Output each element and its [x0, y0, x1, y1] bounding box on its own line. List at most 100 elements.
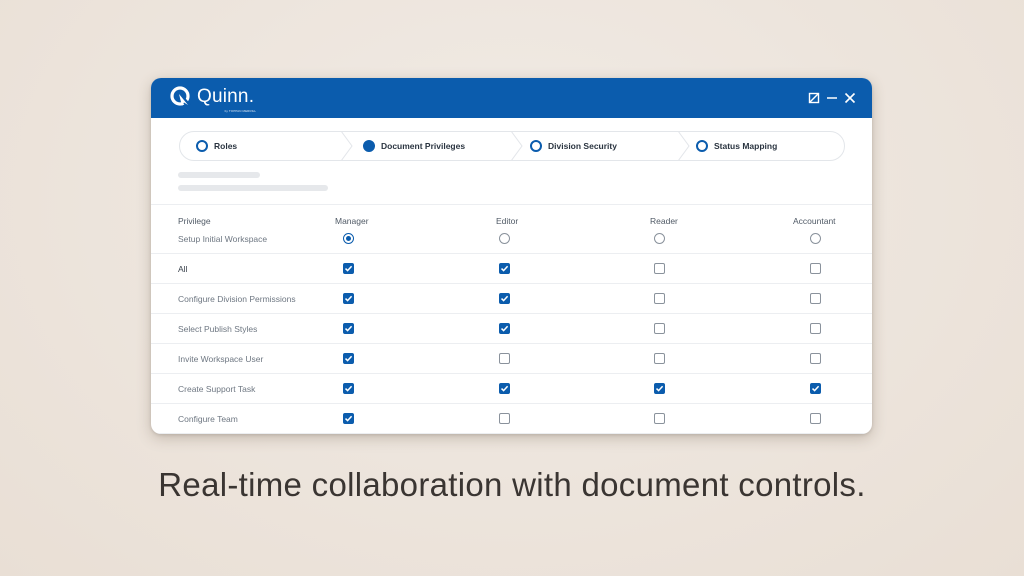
checkbox-checked-icon	[654, 383, 665, 394]
checkbox-manager[interactable]	[343, 353, 355, 365]
resize-icon	[808, 92, 820, 104]
checkbox-checked-icon	[343, 293, 354, 304]
quinn-logo-icon	[170, 86, 191, 108]
radio-accountant[interactable]	[810, 233, 822, 245]
checkbox-editor[interactable]	[499, 413, 511, 425]
checkbox-empty-icon	[654, 413, 665, 424]
radio-selected-icon	[343, 233, 354, 244]
radio-empty-icon	[810, 233, 821, 244]
checkbox-accountant[interactable]	[810, 293, 822, 305]
checkbox-accountant[interactable]	[810, 353, 822, 365]
checkbox-editor[interactable]	[499, 323, 511, 335]
close-button[interactable]	[842, 90, 858, 106]
checkbox-manager[interactable]	[343, 383, 355, 395]
radio-empty-icon	[499, 233, 510, 244]
chevron-separator-icon	[510, 131, 523, 161]
step-document-privileges[interactable]: Document Privileges	[363, 132, 465, 160]
checkbox-checked-icon	[343, 383, 354, 394]
step-status-mapping[interactable]: Status Mapping	[696, 132, 777, 160]
step-label: Division Security	[548, 141, 617, 151]
privilege-label: Invite Workspace User	[178, 354, 264, 364]
checkbox-reader[interactable]	[654, 383, 666, 395]
step-division-security[interactable]: Division Security	[530, 132, 617, 160]
app-name: Quinn. by TOPPAN MERRILL	[197, 86, 257, 113]
checkbox-reader[interactable]	[654, 353, 666, 365]
checkbox-empty-icon	[810, 263, 821, 274]
checkbox-editor[interactable]	[499, 353, 511, 365]
minimize-icon	[827, 97, 837, 99]
checkbox-accountant[interactable]	[810, 383, 822, 395]
privilege-label: All	[178, 264, 188, 274]
checkbox-empty-icon	[810, 413, 821, 424]
checkbox-manager[interactable]	[343, 323, 355, 335]
privilege-label: Setup Initial Workspace	[178, 234, 268, 244]
radio-reader[interactable]	[654, 233, 666, 245]
checkbox-empty-icon	[499, 353, 510, 364]
resize-button[interactable]	[806, 90, 822, 106]
checkbox-checked-icon	[343, 323, 354, 334]
radio-empty-icon	[654, 233, 665, 244]
table-row: Configure Division Permissions	[151, 284, 872, 314]
checkbox-manager[interactable]	[343, 293, 355, 305]
checkbox-editor[interactable]	[499, 383, 511, 395]
checkbox-checked-icon	[499, 293, 510, 304]
step-roles[interactable]: Roles	[196, 132, 237, 160]
checkbox-empty-icon	[654, 293, 665, 304]
privilege-label: Configure Team	[178, 414, 238, 424]
step-label: Roles	[214, 141, 238, 151]
close-icon	[844, 92, 856, 104]
checkbox-editor[interactable]	[499, 293, 511, 305]
table-row: Setup Initial Workspace	[151, 224, 872, 254]
title-bar: Quinn. by TOPPAN MERRILL	[151, 78, 872, 118]
radio-manager[interactable]	[343, 233, 355, 245]
checkbox-manager[interactable]	[343, 263, 355, 275]
checkbox-checked-icon	[499, 383, 510, 394]
checkbox-empty-icon	[810, 353, 821, 364]
step-active-icon	[363, 140, 375, 152]
checkbox-manager[interactable]	[343, 413, 355, 425]
table-row: Configure Team	[151, 404, 872, 434]
privilege-label: Configure Division Permissions	[178, 294, 296, 304]
checkbox-checked-icon	[499, 263, 510, 274]
step-incomplete-icon	[196, 140, 208, 152]
checkbox-reader[interactable]	[654, 263, 666, 275]
radio-editor[interactable]	[499, 233, 511, 245]
logo: Quinn. by TOPPAN MERRILL	[169, 85, 257, 113]
stage: Quinn. by TOPPAN MERRILL Roles Document …	[0, 0, 1024, 576]
divider	[151, 204, 872, 205]
checkbox-checked-icon	[499, 323, 510, 334]
step-incomplete-icon	[530, 140, 542, 152]
checkbox-empty-icon	[810, 293, 821, 304]
checkbox-empty-icon	[499, 413, 510, 424]
checkbox-checked-icon	[343, 353, 354, 364]
privilege-label: Create Support Task	[178, 384, 256, 394]
checkbox-empty-icon	[654, 263, 665, 274]
checkbox-empty-icon	[654, 323, 665, 334]
checkbox-empty-icon	[654, 353, 665, 364]
checkbox-accountant[interactable]	[810, 323, 822, 335]
checkbox-reader[interactable]	[654, 323, 666, 335]
privilege-label: Select Publish Styles	[178, 324, 258, 334]
table-row: Invite Workspace User	[151, 344, 872, 374]
table-row: Select Publish Styles	[151, 314, 872, 344]
checkbox-checked-icon	[343, 263, 354, 274]
progress-stepper: Roles Document Privileges Division Secur…	[179, 131, 845, 161]
skeleton-line	[178, 172, 260, 178]
checkbox-accountant[interactable]	[810, 263, 822, 275]
checkbox-accountant[interactable]	[810, 413, 822, 425]
checkbox-editor[interactable]	[499, 263, 511, 275]
step-label: Status Mapping	[714, 141, 778, 151]
caption: Real-time collaboration with document co…	[158, 466, 866, 503]
app-window: Quinn. by TOPPAN MERRILL Roles Document …	[151, 78, 872, 434]
step-incomplete-icon	[696, 140, 708, 152]
chevron-separator-icon	[340, 131, 353, 161]
checkbox-empty-icon	[810, 323, 821, 334]
checkbox-reader[interactable]	[654, 293, 666, 305]
app-subtitle: by TOPPAN MERRILL	[224, 109, 257, 113]
step-label: Document Privileges	[381, 141, 466, 151]
minimize-button[interactable]	[824, 90, 840, 106]
table-row: Create Support Task	[151, 374, 872, 404]
chevron-separator-icon	[677, 131, 690, 161]
checkbox-reader[interactable]	[654, 413, 666, 425]
skeleton-line	[178, 185, 328, 191]
